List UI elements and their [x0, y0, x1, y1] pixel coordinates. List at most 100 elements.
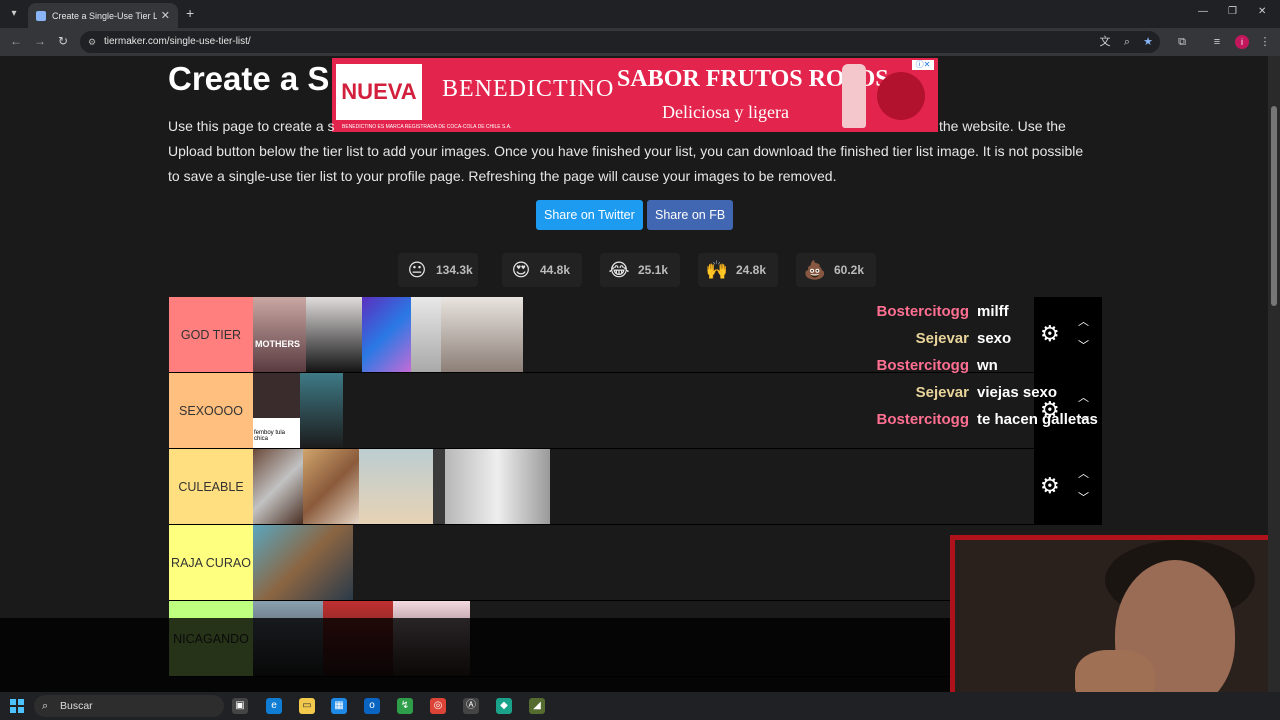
- chat-text: wn: [977, 357, 998, 374]
- tier-image[interactable]: [362, 297, 411, 372]
- address-bar[interactable]: ⚙ tiermaker.com/single-use-tier-list/: [80, 31, 1160, 53]
- browser-toolbar: ← → ↻ ⚙ tiermaker.com/single-use-tier-li…: [0, 28, 1280, 56]
- chrome-icon[interactable]: ◎: [430, 698, 446, 714]
- edge-icon[interactable]: e: [266, 698, 282, 714]
- tier-items: [253, 525, 353, 600]
- ad-fruit-image: [877, 72, 925, 120]
- taskbar-search-placeholder: Buscar: [60, 700, 93, 712]
- windows-start-icon[interactable]: [10, 699, 24, 713]
- reaction-poop[interactable]: 💩 60.2k: [796, 253, 876, 287]
- app-icon[interactable]: ◢: [529, 698, 545, 714]
- tier-image[interactable]: [303, 449, 359, 524]
- chat-message: Sejevar sexo: [872, 330, 1112, 357]
- outlook-icon[interactable]: o: [364, 698, 380, 714]
- reaction-count: 44.8k: [540, 263, 571, 277]
- os-taskbar: ⌕ Buscar ▣ e ▭ ▦ o ↯ ◎ Ⓐ ◆ ◢: [0, 692, 1280, 720]
- tier-label[interactable]: GOD TIER: [169, 297, 253, 372]
- tier-image[interactable]: [411, 297, 441, 372]
- chat-message: Bostercitogg te hacen galletas: [872, 411, 1112, 438]
- tier-image[interactable]: femboy tula chica: [253, 373, 300, 448]
- share-twitter-button[interactable]: Share on Twitter: [536, 200, 643, 230]
- description-line-1-tail: the website. Use the: [939, 118, 1066, 134]
- tier-label[interactable]: RAJA CURAO: [169, 525, 253, 600]
- close-window-icon[interactable]: ✕: [1258, 6, 1266, 17]
- ad-brand: BENEDICTINO: [442, 76, 615, 102]
- chat-message: Bostercitogg wn: [872, 357, 1112, 384]
- description-line-1: Use this page to create a s: [168, 118, 335, 134]
- search-icon: ⌕: [42, 700, 49, 712]
- extensions-icon[interactable]: ⧉: [1175, 35, 1189, 49]
- media-control-icon[interactable]: ≡: [1210, 35, 1224, 49]
- tier-image[interactable]: MOTHERS: [253, 297, 306, 372]
- page-description: Use this page to create a s the website.…: [168, 114, 1108, 189]
- zoom-icon[interactable]: ⌕: [1120, 35, 1134, 49]
- tab-bar: ▾ Create a Single-Use Tier List (Pi ✕ + …: [0, 0, 1280, 28]
- ad-info-icon[interactable]: ⓘ✕: [912, 60, 934, 70]
- tier-image[interactable]: [433, 449, 445, 524]
- minimize-icon[interactable]: —: [1198, 6, 1208, 17]
- translate-icon[interactable]: 文: [1098, 35, 1112, 49]
- chat-message: Bostercitogg milff: [872, 303, 1112, 330]
- tab-title: Create a Single-Use Tier List (Pi: [52, 10, 157, 21]
- tier-image[interactable]: [253, 525, 353, 600]
- site-info-icon[interactable]: ⚙: [88, 31, 96, 53]
- reaction-count: 134.3k: [436, 263, 473, 277]
- reaction-count: 60.2k: [834, 263, 865, 277]
- tab-search-icon[interactable]: ▾: [6, 6, 22, 22]
- tier-image-caption: femboy tula chica: [254, 430, 286, 442]
- back-icon[interactable]: ←: [10, 34, 22, 48]
- profile-avatar[interactable]: i: [1235, 35, 1249, 49]
- share-fb-button[interactable]: Share on FB: [647, 200, 734, 230]
- reaction-count: 24.8k: [736, 263, 767, 277]
- page-scrollbar[interactable]: [1268, 56, 1280, 692]
- chat-username: Bostercitogg: [876, 411, 969, 428]
- taskbar-search[interactable]: ⌕ Buscar: [34, 695, 224, 717]
- tab-active[interactable]: Create a Single-Use Tier List (Pi ✕: [28, 3, 178, 28]
- reaction-praise[interactable]: 🙌 24.8k: [698, 253, 778, 287]
- bookmark-star-icon[interactable]: ★: [1141, 35, 1155, 49]
- chat-text: sexo: [977, 330, 1012, 347]
- reaction-laugh[interactable]: 😂 25.1k: [600, 253, 680, 287]
- heart-eyes-icon: 😍: [511, 260, 531, 280]
- tier-label[interactable]: SEXOOOO: [169, 373, 253, 448]
- reaction-neutral[interactable]: 😐 134.3k: [398, 253, 478, 287]
- description-line-2: Upload button below the tier list to add…: [168, 143, 1084, 159]
- reload-icon[interactable]: ↻: [58, 34, 68, 48]
- new-tab-button[interactable]: +: [186, 5, 194, 21]
- forward-icon[interactable]: →: [34, 34, 46, 48]
- tiermaker-favicon-icon: [36, 10, 46, 21]
- tier-image[interactable]: [359, 449, 433, 524]
- url-text: tiermaker.com/single-use-tier-list/: [104, 36, 251, 47]
- chevron-up-icon[interactable]: ︿: [1078, 465, 1089, 481]
- tier-image[interactable]: [441, 297, 523, 372]
- menu-dots-icon[interactable]: ⋮: [1258, 35, 1272, 49]
- poop-icon: 💩: [803, 260, 827, 280]
- tier-image[interactable]: [253, 449, 303, 524]
- laughing-face-icon: 😂: [608, 260, 630, 280]
- chat-text: te hacen galletas: [977, 411, 1098, 428]
- store-icon[interactable]: ▦: [331, 698, 347, 714]
- obs-icon[interactable]: Ⓐ: [463, 698, 479, 714]
- chevron-down-icon[interactable]: ﹀: [1078, 489, 1089, 505]
- tab-close-icon[interactable]: ✕: [161, 9, 170, 22]
- file-explorer-icon[interactable]: ▭: [299, 698, 315, 714]
- chat-message: Sejevar viejas sexo: [872, 384, 1112, 411]
- app-icon[interactable]: ↯: [397, 698, 413, 714]
- reaction-love[interactable]: 😍 44.8k: [502, 253, 582, 287]
- gear-icon[interactable]: ⚙: [1040, 473, 1060, 499]
- chat-username: Bostercitogg: [876, 357, 969, 374]
- tier-items: [253, 449, 550, 524]
- tier-label[interactable]: CULEABLE: [169, 449, 253, 524]
- description-line-3: to save a single-use tier list to your p…: [168, 168, 837, 184]
- tier-image[interactable]: [306, 297, 362, 372]
- neutral-face-icon: 😐: [407, 260, 427, 280]
- tier-image[interactable]: [445, 449, 550, 524]
- app-icon[interactable]: ◆: [496, 698, 512, 714]
- tier-image[interactable]: [300, 373, 343, 448]
- tier-items: femboy tula chica: [253, 373, 343, 448]
- restore-icon[interactable]: ❐: [1228, 6, 1237, 17]
- chat-username: Sejevar: [915, 384, 969, 401]
- ad-tag: NUEVA: [336, 64, 422, 120]
- scrollbar-thumb[interactable]: [1271, 106, 1277, 306]
- task-view-icon[interactable]: ▣: [232, 698, 248, 714]
